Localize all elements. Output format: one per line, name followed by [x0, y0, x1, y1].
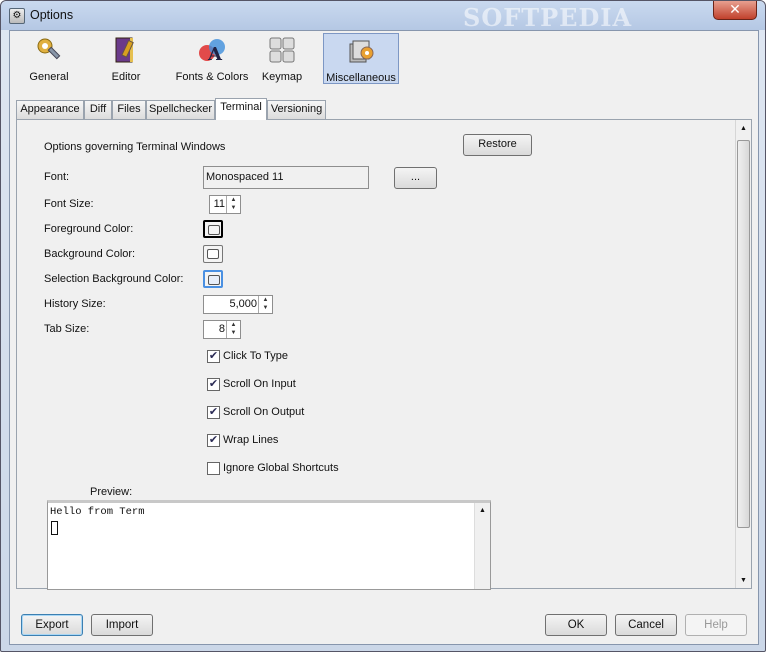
- category-editor[interactable]: Editor: [89, 33, 163, 84]
- category-label: Editor: [111, 71, 141, 83]
- spinner-arrows-icon[interactable]: ▲ ▼: [226, 321, 240, 338]
- spinner-arrows-icon[interactable]: ▲ ▼: [258, 296, 272, 313]
- wrap-lines-checkbox[interactable]: ✔: [207, 434, 220, 447]
- swatch-color: [208, 275, 220, 285]
- fonts-colors-icon: A: [199, 39, 225, 65]
- font-size-spinner[interactable]: 11 ▲ ▼: [209, 195, 241, 214]
- book-pen-icon: [115, 37, 134, 63]
- ok-button[interactable]: OK: [545, 614, 607, 636]
- spinner-arrows-icon[interactable]: ▲ ▼: [226, 196, 240, 213]
- category-label: Keymap: [261, 71, 303, 83]
- category-general[interactable]: General: [12, 33, 86, 84]
- restore-button[interactable]: Restore: [463, 134, 532, 156]
- category-miscellaneous[interactable]: Miscellaneous: [323, 33, 399, 84]
- foreground-color-swatch[interactable]: [203, 220, 223, 238]
- history-size-value: 5,000: [229, 298, 257, 310]
- tab-terminal[interactable]: Terminal: [215, 98, 267, 120]
- scroll-up-icon[interactable]: ▲: [736, 125, 751, 132]
- font-browse-button[interactable]: ...: [394, 167, 437, 189]
- misc-tools-icon: [349, 40, 374, 63]
- scroll-on-output-label: Scroll On Output: [223, 406, 305, 418]
- panel-scrollbar[interactable]: ▲ ▼: [735, 120, 751, 588]
- font-field[interactable]: Monospaced 11: [203, 166, 369, 189]
- export-button[interactable]: Export: [21, 614, 83, 636]
- category-fonts-colors[interactable]: A Fonts & Colors: [167, 33, 257, 84]
- terminal-cursor: [51, 521, 58, 535]
- swatch-color: [207, 249, 219, 259]
- dialog-body: General Editor A Fonts & Colors Keymap M…: [9, 30, 759, 645]
- ignore-global-shortcuts-label: Ignore Global Shortcuts: [223, 462, 339, 474]
- tab-size-spinner[interactable]: 8 ▲ ▼: [203, 320, 241, 339]
- close-button[interactable]: ✕: [713, 1, 757, 20]
- category-toolbar: General Editor A Fonts & Colors Keymap M…: [10, 31, 758, 89]
- selection-background-label: Selection Background Color:: [44, 273, 184, 285]
- help-button[interactable]: Help: [685, 614, 747, 636]
- category-label: Fonts & Colors: [175, 71, 249, 83]
- preview-text: Hello from Term: [50, 506, 145, 518]
- scroll-on-input-checkbox[interactable]: ✔: [207, 378, 220, 391]
- keyboard-icon: [269, 37, 295, 63]
- tab-spellchecker[interactable]: Spellchecker: [146, 100, 215, 119]
- background-color-swatch[interactable]: [203, 245, 223, 263]
- scroll-down-icon[interactable]: ▼: [736, 577, 751, 584]
- import-button[interactable]: Import: [91, 614, 153, 636]
- click-to-type-label: Click To Type: [223, 350, 289, 362]
- app-icon: ⚙: [9, 8, 25, 24]
- background-color-label: Background Color:: [44, 248, 136, 260]
- swatch-color: [208, 225, 220, 235]
- font-size-label: Font Size:: [44, 198, 94, 210]
- panel-heading: Options governing Terminal Windows: [44, 141, 226, 153]
- tab-appearance[interactable]: Appearance: [16, 100, 84, 119]
- category-label: General: [29, 71, 69, 83]
- ignore-global-shortcuts-checkbox[interactable]: [207, 462, 220, 475]
- title-bar[interactable]: ⚙ Options SOFTPEDIA ✕: [1, 1, 765, 32]
- selection-background-swatch[interactable]: [203, 270, 223, 288]
- scroll-on-output-checkbox[interactable]: ✔: [207, 406, 220, 419]
- scroll-on-input-label: Scroll On Input: [223, 378, 296, 390]
- tab-diff[interactable]: Diff: [84, 100, 112, 119]
- tab-files[interactable]: Files: [112, 100, 146, 119]
- watermark: SOFTPEDIA: [463, 3, 633, 32]
- font-label: Font:: [44, 171, 70, 183]
- window-title: Options: [30, 8, 74, 22]
- svg-text:A: A: [207, 44, 223, 65]
- preview-scrollbar[interactable]: ▲: [474, 503, 490, 589]
- tab-size-value: 8: [218, 323, 225, 335]
- foreground-color-label: Foreground Color:: [44, 223, 134, 235]
- history-size-spinner[interactable]: 5,000 ▲ ▼: [203, 295, 273, 314]
- click-to-type-checkbox[interactable]: ✔: [207, 350, 220, 363]
- preview-label: Preview:: [90, 486, 133, 498]
- terminal-preview[interactable]: Hello from Term ▲: [47, 500, 491, 590]
- history-size-label: History Size:: [44, 298, 106, 310]
- options-window: ⚙ Options SOFTPEDIA ✕ General Editor A F…: [0, 0, 766, 652]
- gear-wrench-icon: [37, 38, 61, 60]
- wrap-lines-label: Wrap Lines: [223, 434, 279, 446]
- scrollbar-thumb[interactable]: [737, 140, 750, 528]
- terminal-options-panel: Options governing Terminal Windows Resto…: [16, 119, 752, 590]
- category-keymap[interactable]: Keymap: [245, 33, 319, 84]
- cancel-button[interactable]: Cancel: [615, 614, 677, 636]
- scroll-up-icon[interactable]: ▲: [475, 507, 490, 514]
- tab-size-label: Tab Size:: [44, 323, 90, 335]
- category-label: Miscellaneous: [326, 72, 396, 84]
- font-size-value: 11: [213, 198, 225, 210]
- tab-versioning[interactable]: Versioning: [267, 100, 326, 119]
